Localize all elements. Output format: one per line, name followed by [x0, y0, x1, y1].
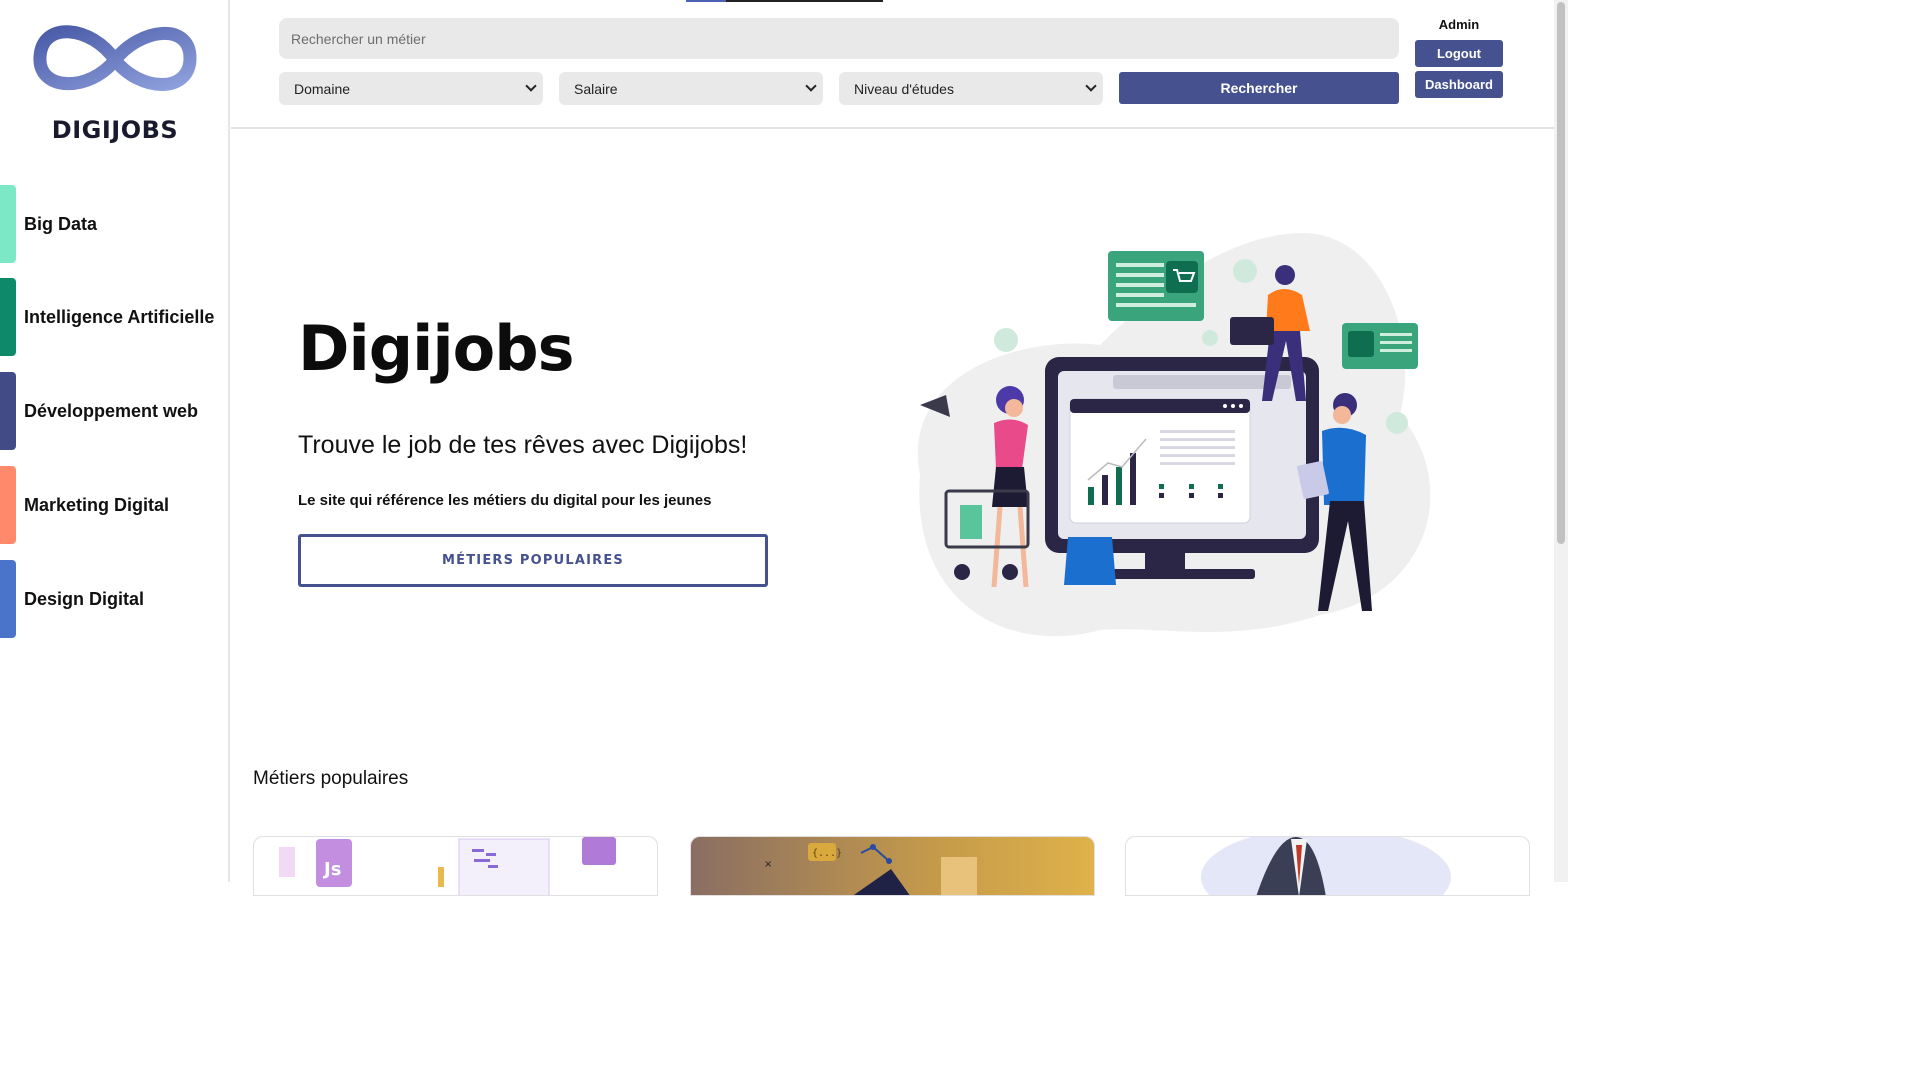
sidebar-item-label: Marketing Digital — [24, 494, 170, 515]
sidebar-item-intelligence-artificielle[interactable]: Intelligence Artificielle — [0, 278, 228, 356]
digijobs-logo[interactable]: DIGIJOBS — [30, 12, 200, 144]
sidebar-item-label: Développement web — [24, 400, 199, 421]
job-card-image: {...} × — [764, 843, 977, 895]
domaine-select[interactable]: Domaine — [279, 72, 543, 105]
sidebar-item-marketing-digital[interactable]: Marketing Digital — [0, 466, 228, 544]
sidebar: DIGIJOBS Big Data Intelligence Artificie… — [0, 0, 230, 882]
infinity-logo-icon — [33, 25, 197, 91]
top-progress-indicator — [686, 0, 883, 2]
salaire-select[interactable]: Salaire — [559, 72, 823, 105]
hero-title: Digijobs — [298, 312, 574, 385]
search-input[interactable] — [279, 18, 1399, 59]
domaine-select-value: Domaine — [294, 80, 351, 97]
job-card-image — [1201, 837, 1451, 895]
hero-description: Le site qui référence les métiers du dig… — [298, 492, 712, 509]
category-color-bar — [0, 466, 16, 544]
svg-text:Js: Js — [322, 859, 341, 880]
chevron-down-icon — [805, 80, 817, 92]
sidebar-item-big-data[interactable]: Big Data — [0, 185, 228, 263]
sidebar-item-label: Intelligence Artificielle — [24, 306, 215, 327]
job-card-image: Js — [279, 837, 616, 895]
hero-subtitle: Trouve le job de tes rêves avec Digijobs… — [298, 431, 748, 459]
logout-button[interactable]: Logout — [1415, 40, 1503, 67]
job-card[interactable]: {...} × — [690, 836, 1095, 896]
svg-text:{...}: {...} — [812, 848, 842, 859]
sidebar-item-developpement-web[interactable]: Développement web — [0, 372, 228, 450]
job-card[interactable]: Js — [253, 836, 658, 896]
svg-text:×: × — [764, 859, 772, 870]
niveau-select-value: Niveau d'études — [854, 80, 954, 97]
sidebar-item-label: Big Data — [24, 213, 98, 234]
section-title-metiers-populaires: Métiers populaires — [253, 768, 409, 789]
user-name: Admin — [1438, 17, 1480, 32]
category-color-bar — [0, 278, 16, 356]
salaire-select-value: Salaire — [574, 80, 618, 97]
dashboard-button[interactable]: Dashboard — [1415, 71, 1503, 98]
sidebar-item-design-digital[interactable]: Design Digital — [0, 560, 228, 638]
category-color-bar — [0, 185, 16, 263]
hero-illustration — [917, 232, 1431, 637]
metiers-populaires-button[interactable]: MÉTIERS POPULAIRES — [298, 534, 768, 587]
category-color-bar — [0, 372, 16, 450]
scrollbar-thumb[interactable] — [1557, 2, 1565, 544]
logo-text: DIGIJOBS — [51, 116, 179, 144]
page-scrollbar[interactable] — [1554, 0, 1568, 882]
chevron-down-icon — [1085, 80, 1097, 92]
sidebar-item-label: Design Digital — [24, 588, 145, 609]
job-card[interactable] — [1125, 836, 1530, 896]
chevron-down-icon — [525, 80, 537, 92]
category-color-bar — [0, 560, 16, 638]
niveau-etudes-select[interactable]: Niveau d'études — [839, 72, 1103, 105]
rechercher-button[interactable]: Rechercher — [1119, 72, 1399, 104]
